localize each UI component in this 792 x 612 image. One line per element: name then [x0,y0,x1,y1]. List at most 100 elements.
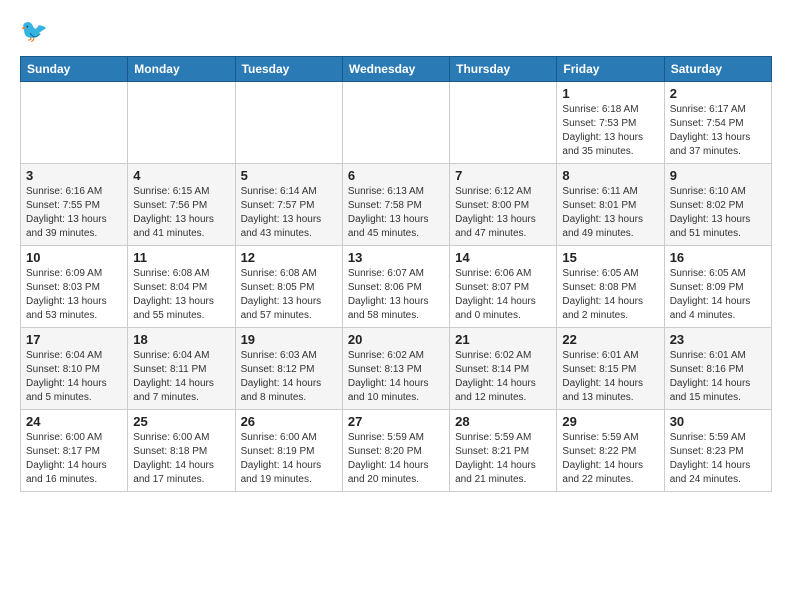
day-number: 26 [241,414,337,429]
calendar-cell [21,82,128,164]
day-number: 22 [562,332,658,347]
calendar-cell: 25Sunrise: 6:00 AM Sunset: 8:18 PM Dayli… [128,410,235,492]
day-info: Sunrise: 6:01 AM Sunset: 8:15 PM Dayligh… [562,349,658,405]
logo: 🐦 [20,16,56,48]
day-number: 3 [26,168,122,183]
calendar-cell: 12 Sunrise: 6:08 AM Sunset: 8:05 PM Dayli… [235,246,342,328]
calendar-cell [342,82,449,164]
calendar-week-row: 17 Sunrise: 6:04 AM Sunset: 8:10 PM Dayli… [21,328,772,410]
weekday-header: Sunday [21,57,128,82]
calendar-cell: 3Sunrise: 6:16 AM Sunset: 7:55 PM Daylig… [21,164,128,246]
day-number: 11 [133,250,229,265]
day-info: Sunrise: 6:10 AM Sunset: 8:02 PM Dayligh… [670,185,766,241]
day-number: 28 [455,414,551,429]
day-info: Sunrise: 5:59 AM Sunset: 8:20 PM Dayligh… [348,431,444,487]
day-number: 16 [670,250,766,265]
weekday-header: Thursday [450,57,557,82]
calendar-cell: 16 Sunrise: 6:05 AM Sunset: 8:09 PM Dayli… [664,246,771,328]
day-info: Sunrise: 6:00 AM Sunset: 8:18 PM Dayligh… [133,431,229,487]
day-info: Sunrise: 6:06 AM Sunset: 8:07 PM Dayligh… [455,267,551,323]
day-info: Sunrise: 6:05 AM Sunset: 8:08 PM Dayligh… [562,267,658,323]
calendar-cell: 8 Sunrise: 6:11 AM Sunset: 8:01 PM Daylig… [557,164,664,246]
day-number: 6 [348,168,444,183]
calendar-cell: 11 Sunrise: 6:08 AM Sunset: 8:04 PM Dayli… [128,246,235,328]
weekday-header: Wednesday [342,57,449,82]
day-number: 19 [241,332,337,347]
day-info: Sunrise: 6:03 AM Sunset: 8:12 PM Dayligh… [241,349,337,405]
logo-icon: 🐦 [20,16,52,48]
calendar-cell: 10 Sunrise: 6:09 AM Sunset: 8:03 PM Dayli… [21,246,128,328]
day-info: Sunrise: 6:01 AM Sunset: 8:16 PM Dayligh… [670,349,766,405]
day-info: Sunrise: 6:11 AM Sunset: 8:01 PM Dayligh… [562,185,658,241]
day-number: 5 [241,168,337,183]
calendar-week-row: 24Sunrise: 6:00 AM Sunset: 8:17 PM Dayli… [21,410,772,492]
calendar-cell: 1Sunrise: 6:18 AM Sunset: 7:53 PM Daylig… [557,82,664,164]
calendar-cell: 19 Sunrise: 6:03 AM Sunset: 8:12 PM Dayli… [235,328,342,410]
day-number: 8 [562,168,658,183]
calendar-cell: 9 Sunrise: 6:10 AM Sunset: 8:02 PM Daylig… [664,164,771,246]
day-number: 12 [241,250,337,265]
day-number: 10 [26,250,122,265]
day-number: 17 [26,332,122,347]
day-info: Sunrise: 6:00 AM Sunset: 8:19 PM Dayligh… [241,431,337,487]
weekday-header: Saturday [664,57,771,82]
day-info: Sunrise: 6:05 AM Sunset: 8:09 PM Dayligh… [670,267,766,323]
day-number: 9 [670,168,766,183]
calendar-cell: 28 Sunrise: 5:59 AM Sunset: 8:21 PM Dayli… [450,410,557,492]
calendar-week-row: 1Sunrise: 6:18 AM Sunset: 7:53 PM Daylig… [21,82,772,164]
day-info: Sunrise: 6:12 AM Sunset: 8:00 PM Dayligh… [455,185,551,241]
day-number: 15 [562,250,658,265]
calendar-cell [128,82,235,164]
day-number: 18 [133,332,229,347]
day-number: 13 [348,250,444,265]
calendar-cell: 29 Sunrise: 5:59 AM Sunset: 8:22 PM Dayli… [557,410,664,492]
day-info: Sunrise: 6:02 AM Sunset: 8:13 PM Dayligh… [348,349,444,405]
calendar-cell: 17 Sunrise: 6:04 AM Sunset: 8:10 PM Dayli… [21,328,128,410]
calendar-cell: 21Sunrise: 6:02 AM Sunset: 8:14 PM Dayli… [450,328,557,410]
calendar-cell: 20 Sunrise: 6:02 AM Sunset: 8:13 PM Dayli… [342,328,449,410]
day-number: 30 [670,414,766,429]
day-number: 29 [562,414,658,429]
calendar-cell: 5 Sunrise: 6:14 AM Sunset: 7:57 PM Daylig… [235,164,342,246]
day-info: Sunrise: 6:07 AM Sunset: 8:06 PM Dayligh… [348,267,444,323]
weekday-header: Monday [128,57,235,82]
calendar-cell: 15 Sunrise: 6:05 AM Sunset: 8:08 PM Dayli… [557,246,664,328]
weekday-row: SundayMondayTuesdayWednesdayThursdayFrid… [21,57,772,82]
calendar-week-row: 10 Sunrise: 6:09 AM Sunset: 8:03 PM Dayli… [21,246,772,328]
day-info: Sunrise: 6:15 AM Sunset: 7:56 PM Dayligh… [133,185,229,241]
day-info: Sunrise: 6:08 AM Sunset: 8:05 PM Dayligh… [241,267,337,323]
svg-text:🐦: 🐦 [20,18,48,43]
day-number: 27 [348,414,444,429]
calendar-cell: 26 Sunrise: 6:00 AM Sunset: 8:19 PM Dayli… [235,410,342,492]
day-number: 20 [348,332,444,347]
calendar-header: SundayMondayTuesdayWednesdayThursdayFrid… [21,57,772,82]
calendar-cell: 13 Sunrise: 6:07 AM Sunset: 8:06 PM Dayli… [342,246,449,328]
day-number: 21 [455,332,551,347]
calendar-body: 1Sunrise: 6:18 AM Sunset: 7:53 PM Daylig… [21,82,772,492]
day-info: Sunrise: 6:14 AM Sunset: 7:57 PM Dayligh… [241,185,337,241]
calendar-cell: 27 Sunrise: 5:59 AM Sunset: 8:20 PM Dayli… [342,410,449,492]
day-info: Sunrise: 6:04 AM Sunset: 8:10 PM Dayligh… [26,349,122,405]
day-info: Sunrise: 5:59 AM Sunset: 8:23 PM Dayligh… [670,431,766,487]
day-number: 24 [26,414,122,429]
day-info: Sunrise: 6:09 AM Sunset: 8:03 PM Dayligh… [26,267,122,323]
calendar-cell [235,82,342,164]
calendar-cell: 7Sunrise: 6:12 AM Sunset: 8:00 PM Daylig… [450,164,557,246]
day-info: Sunrise: 6:17 AM Sunset: 7:54 PM Dayligh… [670,103,766,159]
day-info: Sunrise: 6:04 AM Sunset: 8:11 PM Dayligh… [133,349,229,405]
day-number: 4 [133,168,229,183]
calendar-cell: 4 Sunrise: 6:15 AM Sunset: 7:56 PM Daylig… [128,164,235,246]
calendar-week-row: 3Sunrise: 6:16 AM Sunset: 7:55 PM Daylig… [21,164,772,246]
calendar-cell: 6Sunrise: 6:13 AM Sunset: 7:58 PM Daylig… [342,164,449,246]
calendar-cell: 23Sunrise: 6:01 AM Sunset: 8:16 PM Dayli… [664,328,771,410]
day-info: Sunrise: 6:18 AM Sunset: 7:53 PM Dayligh… [562,103,658,159]
calendar: SundayMondayTuesdayWednesdayThursdayFrid… [20,56,772,492]
page-header: 🐦 [20,16,772,48]
day-number: 2 [670,86,766,101]
weekday-header: Tuesday [235,57,342,82]
day-info: Sunrise: 6:08 AM Sunset: 8:04 PM Dayligh… [133,267,229,323]
day-info: Sunrise: 5:59 AM Sunset: 8:21 PM Dayligh… [455,431,551,487]
calendar-cell: 22 Sunrise: 6:01 AM Sunset: 8:15 PM Dayli… [557,328,664,410]
day-info: Sunrise: 5:59 AM Sunset: 8:22 PM Dayligh… [562,431,658,487]
calendar-cell: 2 Sunrise: 6:17 AM Sunset: 7:54 PM Daylig… [664,82,771,164]
